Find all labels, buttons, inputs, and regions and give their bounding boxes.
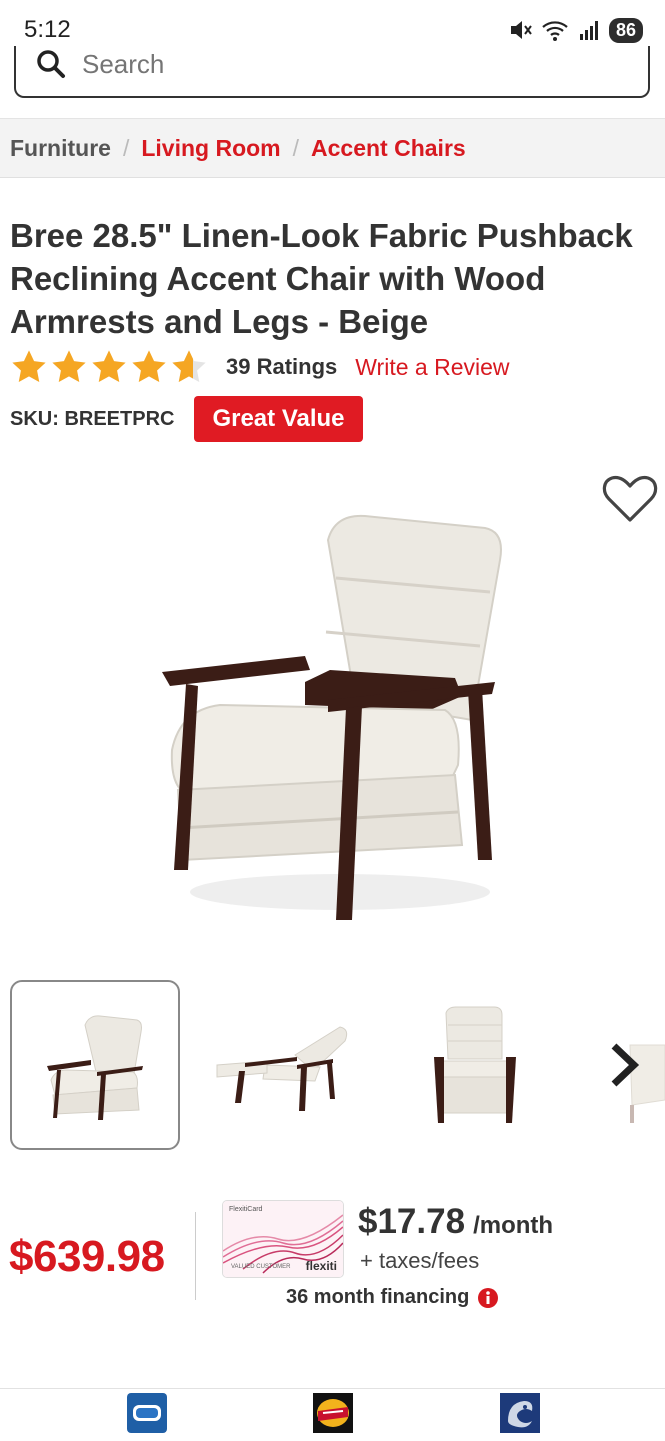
status-icons: 86: [509, 17, 643, 43]
breadcrumb-separator: /: [122, 134, 130, 161]
sku-label: SKU: BREETPRC: [10, 407, 175, 430]
thumbnail-image: [216, 1026, 348, 1111]
breadcrumb-separator: /: [292, 134, 300, 161]
signal-icon: [579, 21, 598, 40]
info-icon[interactable]: [477, 1287, 499, 1309]
product-title: Bree 28.5" Linen-Look Fabric Pushback Re…: [10, 217, 633, 340]
search-input[interactable]: [80, 47, 584, 81]
canucks-retro-logo-icon[interactable]: [313, 1393, 353, 1433]
chevron-right-icon[interactable]: [606, 1040, 642, 1090]
breadcrumb-accent-chairs[interactable]: Accent Chairs: [311, 135, 466, 162]
ratings-count[interactable]: 39 Ratings: [226, 354, 337, 380]
monthly-payment: $17.78 /month: [358, 1202, 553, 1242]
breadcrumb: Furniture / Living Room / Accent Chairs: [0, 118, 665, 178]
price-section: $639.98 FlexitiCard VALUED CUSTOMER flex…: [0, 1190, 665, 1330]
write-review-link[interactable]: Write a Review: [355, 354, 509, 381]
thumbnail-1[interactable]: [10, 980, 180, 1150]
thumbnail-image: [47, 1015, 143, 1120]
rating-row: 39 Ratings Write a Review: [10, 345, 510, 389]
search-bar[interactable]: [14, 46, 650, 98]
monthly-unit: /month: [473, 1212, 554, 1239]
star-icon: [132, 350, 166, 383]
status-time: 5:12: [24, 16, 71, 43]
search-icon[interactable]: [36, 49, 66, 79]
wifi-icon: [542, 21, 568, 41]
thumbnail-image: [434, 1006, 516, 1123]
financing-text: 36 month financing: [286, 1286, 470, 1308]
star-icon: [52, 350, 86, 383]
great-value-badge: Great Value: [194, 396, 363, 442]
price-divider: [195, 1212, 196, 1300]
financing-info[interactable]: 36 month financing: [286, 1286, 499, 1309]
heart-outline-icon[interactable]: [602, 474, 658, 524]
star-icon: [92, 350, 126, 383]
flexiti-card-image[interactable]: FlexitiCard VALUED CUSTOMER flexiti: [222, 1200, 344, 1278]
mute-icon: [510, 21, 532, 39]
card-brand: flexiti: [305, 1259, 337, 1273]
sku-row: SKU: BREETPRC Great Value: [10, 396, 363, 442]
thumbnail-2[interactable]: [200, 980, 370, 1150]
battery-indicator: 86: [608, 17, 643, 43]
breadcrumb-living-room[interactable]: Living Room: [141, 135, 280, 162]
monthly-price: $17.78: [358, 1202, 466, 1241]
star-rating[interactable]: [10, 348, 208, 386]
bottom-nav: [0, 1388, 665, 1441]
thumbnail-gallery: [10, 980, 665, 1152]
mattress-app-icon[interactable]: [127, 1393, 167, 1433]
card-holder: VALUED CUSTOMER: [231, 1264, 291, 1270]
breadcrumb-furniture[interactable]: Furniture: [10, 135, 111, 162]
product-price: $639.98: [9, 1232, 165, 1281]
star-icon: [12, 350, 46, 383]
thumbnail-3[interactable]: [390, 980, 560, 1150]
card-label: FlexitiCard: [229, 1206, 263, 1213]
product-main-image[interactable]: [150, 500, 510, 930]
taxes-note: + taxes/fees: [360, 1248, 480, 1273]
half-star-icon: [172, 350, 206, 383]
canucks-orca-logo-icon[interactable]: [500, 1393, 540, 1433]
